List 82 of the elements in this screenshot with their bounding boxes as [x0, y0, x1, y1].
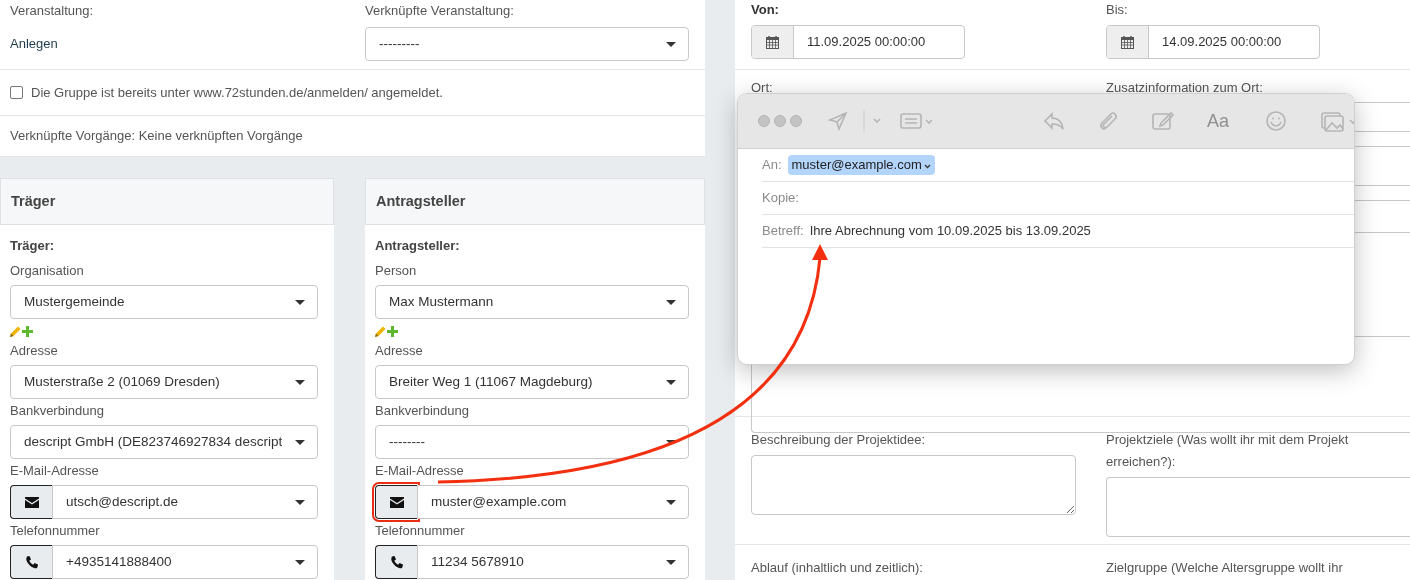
calendar-icon: [766, 35, 779, 49]
checkbox-label: Die Gruppe ist bereits unter www.72stunden.de/anmelden/ angemeldet.: [31, 83, 443, 102]
compose-icon[interactable]: [1151, 110, 1175, 132]
plus-icon[interactable]: [22, 325, 33, 337]
select-field[interactable]: utsch@descript.de: [52, 485, 318, 519]
select-field[interactable]: descript GmbH (DE823746927834 descript: [10, 425, 318, 459]
caret-icon: [295, 559, 305, 565]
pencil-icon[interactable]: [375, 325, 386, 337]
envelope-icon: [389, 496, 404, 508]
field-label: Ort:: [751, 79, 774, 97]
caret-icon: [666, 559, 676, 565]
field-label: Bis:: [1106, 1, 1129, 19]
reply-icon[interactable]: [1043, 111, 1065, 131]
checkbox[interactable]: [10, 86, 23, 99]
calendar-icon: [1121, 35, 1134, 49]
field-label: An:: [762, 156, 782, 175]
email-button[interactable]: [375, 485, 417, 519]
select-field[interactable]: Mustergemeinde: [10, 285, 318, 319]
caret-icon: [666, 439, 676, 445]
window-controls[interactable]: [758, 115, 802, 127]
field-label: Bankverbindung: [375, 402, 470, 420]
caret-icon: [666, 299, 676, 305]
field-label: Verknüpfte Veranstaltung:: [365, 2, 515, 20]
card-header: Antragsteller: [365, 178, 705, 225]
text-area[interactable]: [751, 455, 1076, 515]
select-field[interactable]: muster@example.com: [417, 485, 689, 519]
pencil-icon[interactable]: [10, 325, 21, 337]
select-field[interactable]: --------: [375, 425, 689, 459]
field-label: Von:: [751, 1, 780, 19]
field-label: Person: [375, 262, 418, 280]
phone-icon: [25, 555, 38, 569]
text-area[interactable]: [1106, 477, 1410, 537]
caret-icon: [295, 499, 305, 505]
select-field[interactable]: ---------: [365, 27, 689, 61]
select-field[interactable]: Max Mustermann: [375, 285, 689, 319]
select-field[interactable]: Breiter Weg 1 (11067 Magdeburg): [375, 365, 689, 399]
field-label: Adresse: [375, 342, 424, 360]
field-label: E-Mail-Adresse: [10, 462, 100, 480]
caret-icon: [295, 439, 305, 445]
field-label: Zusatzinformation zum Ort:: [1106, 79, 1264, 97]
plus-icon[interactable]: [387, 325, 398, 337]
phone-icon: [390, 555, 403, 569]
email-button[interactable]: [10, 485, 52, 519]
card-header: Träger: [0, 178, 334, 225]
subject-text: Ihre Abrechnung vom 10.09.2025 bis 13.09.2025: [809, 222, 1091, 241]
select-field[interactable]: +4935141888400: [52, 545, 318, 579]
field-value: Anlegen: [10, 35, 59, 53]
field-label: Kopie:: [762, 189, 799, 208]
recipient-token[interactable]: muster@example.com: [787, 155, 935, 175]
caret-icon: [666, 499, 676, 505]
caret-icon: [295, 379, 305, 385]
field-label: Veranstaltung:: [10, 2, 95, 20]
date-input[interactable]: 11.09.2025 00:00:00: [751, 25, 965, 59]
field-label: Organisation: [10, 262, 85, 280]
field-label: Bankverbindung: [10, 402, 105, 420]
field-label: Zielgruppe (Welche Altersgruppe wollt ihr: [1106, 559, 1344, 577]
field-label: Betreff:: [762, 222, 804, 241]
field-label: Projektziele (Was wollt ihr mit dem Projekt erreichen?):: [1106, 431, 1350, 471]
phone-button[interactable]: [375, 545, 417, 579]
paperclip-icon[interactable]: [1097, 110, 1119, 132]
caret-icon: [666, 379, 676, 385]
chevron-icon: [923, 164, 931, 170]
card-subtitle: Träger:: [10, 237, 56, 255]
select-field[interactable]: 11234 5678910: [417, 545, 689, 579]
emoji-icon[interactable]: [1265, 110, 1288, 132]
caret-icon: [295, 299, 305, 305]
field-label: Ablauf (inhaltlich und zeitlich):: [751, 559, 924, 577]
caret-icon: [666, 41, 676, 47]
field-label: E-Mail-Adresse: [375, 462, 465, 480]
field-label: Adresse: [10, 342, 59, 360]
field-label: Telefonnummer: [375, 522, 466, 540]
field-label: Telefonnummer: [10, 522, 101, 540]
card-subtitle: Antragsteller:: [375, 237, 461, 255]
phone-button[interactable]: [10, 545, 52, 579]
date-input[interactable]: 14.09.2025 00:00:00: [1106, 25, 1320, 59]
photo-icon[interactable]: [1321, 110, 1354, 132]
header-list-icon[interactable]: [900, 112, 934, 130]
send-icon[interactable]: [828, 111, 848, 131]
linked-processes-text: Verknüpfte Vorgänge: Keine verknüpften Vorgänge: [10, 127, 303, 145]
select-field[interactable]: Musterstraße 2 (01069 Dresden): [10, 365, 318, 399]
field-label: Beschreibung der Projektidee:: [751, 431, 927, 449]
envelope-icon: [24, 496, 39, 508]
